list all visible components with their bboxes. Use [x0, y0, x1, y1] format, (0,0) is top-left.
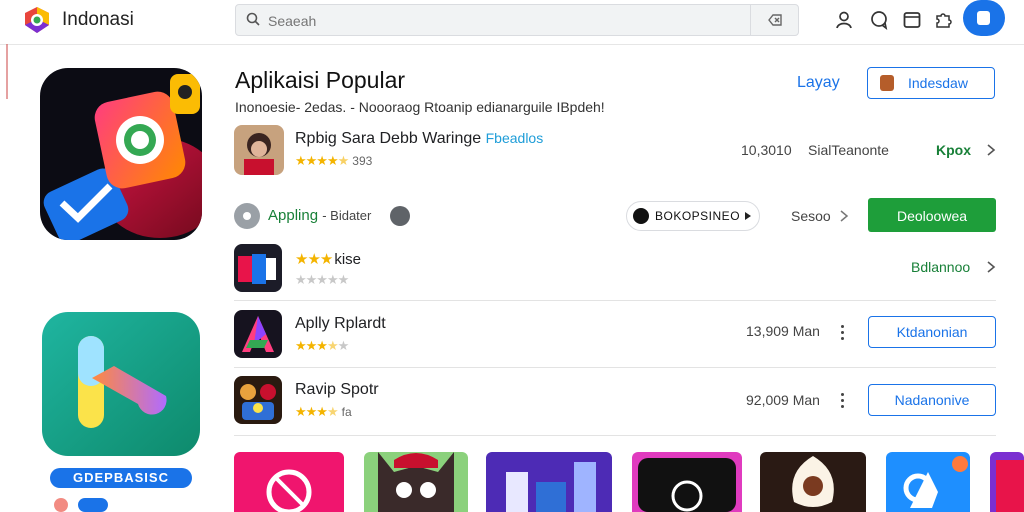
filter-pill[interactable]: BOKOPSINEO	[626, 201, 760, 231]
download-count: 13,909 Man	[746, 323, 820, 339]
chat-icon[interactable]	[869, 10, 889, 30]
window-icon[interactable]	[902, 10, 922, 30]
account-glyph	[977, 11, 990, 25]
search-input[interactable]	[266, 10, 740, 32]
app-icon	[234, 244, 282, 292]
apply-dot-icon	[234, 203, 260, 229]
search-bar[interactable]	[235, 4, 799, 36]
app-name: Ravip Spotr	[295, 381, 379, 398]
app-name: Aplly Rplardt	[295, 315, 386, 332]
pill-label: BOKOPSINEO	[655, 209, 741, 223]
top-bar: Indonasi	[0, 0, 1024, 45]
app-thumbnail[interactable]	[486, 452, 612, 512]
caret-right-icon	[745, 212, 751, 220]
section-title: Aplikaisi Popular	[235, 67, 406, 93]
top-install-label: Indesdaw	[908, 75, 968, 91]
list-item[interactable]: Ravip Spotr ★★★★ fa 92,009 Man Nadanonive	[234, 376, 996, 426]
chevron-right-icon[interactable]	[984, 143, 998, 157]
puzzle-icon[interactable]	[933, 10, 953, 30]
app-icon	[234, 376, 282, 424]
featured-app-icon[interactable]	[40, 68, 202, 240]
rating-stars-secondary: ★★★★★	[295, 272, 349, 287]
more-options-icon[interactable]	[841, 393, 845, 409]
package-icon	[880, 75, 894, 91]
app-thumbnail[interactable]	[990, 452, 1024, 512]
left-promo-tag[interactable]: GDEPBASISC	[50, 468, 192, 488]
brand-name: Indonasi	[62, 9, 134, 30]
clear-search-icon[interactable]	[766, 11, 784, 29]
rating-stars: ★★★★ fa	[295, 404, 352, 419]
row-divider	[234, 367, 996, 368]
get-link[interactable]: Kpox	[936, 142, 971, 158]
left-indicator-pill	[78, 498, 108, 512]
download-count: 92,009 Man	[746, 392, 820, 408]
search-divider	[750, 5, 751, 35]
apply-strip: Appling - Bidater BOKOPSINEO Sesoo Deolo…	[234, 198, 996, 234]
pill-avatar-icon	[633, 208, 649, 224]
app-tag: Fbeadlos	[485, 130, 544, 146]
person-icon[interactable]	[834, 10, 854, 30]
list-item[interactable]: Rpbig Sara Debb Waringe Fbeadlos ★★★★★ 39…	[234, 125, 996, 179]
install-button[interactable]: Ktdanonian	[868, 316, 996, 348]
section-subtitle: Inonoesie- 2edas. - Noooraog Rtoanip edi…	[235, 99, 605, 115]
app-icon	[234, 125, 284, 175]
top-install-button[interactable]: Indesdaw	[867, 67, 995, 99]
app-thumbnail[interactable]	[632, 452, 742, 512]
see-more-link[interactable]: Sesoo	[791, 208, 831, 224]
app-category: SialTeanonte	[808, 142, 889, 158]
rating-stars: ★★★★★ 393	[295, 153, 373, 168]
apply-label[interactable]: Appling - Bidater	[268, 207, 371, 224]
rating-stars: ★★★ kise	[295, 251, 362, 268]
app-icon	[234, 310, 282, 358]
app-thumbnail[interactable]	[760, 452, 866, 512]
settings-icon[interactable]	[390, 206, 410, 226]
row-divider	[234, 435, 996, 436]
download-button[interactable]: Deoloowea	[868, 198, 996, 232]
second-featured-app-icon[interactable]	[42, 312, 200, 456]
install-button[interactable]: Nadanonive	[868, 384, 996, 416]
list-item[interactable]: Aplly Rplardt ★★★★★ 13,909 Man Ktdanonia…	[234, 310, 996, 360]
app-thumbnail[interactable]	[886, 452, 970, 512]
app-thumbnail[interactable]	[364, 452, 468, 512]
left-indicator-dot	[54, 498, 68, 512]
row-divider	[234, 300, 996, 301]
list-item[interactable]: ★★★ kise ★★★★★ Bdlannoo	[234, 244, 996, 294]
brand-logo-icon[interactable]	[22, 5, 52, 35]
see-all-link[interactable]: Layay	[797, 74, 840, 92]
search-icon	[246, 12, 260, 26]
more-options-icon[interactable]	[841, 325, 845, 341]
download-count: 10,3010	[741, 142, 792, 158]
app-thumbnail[interactable]	[234, 452, 344, 512]
app-name: Rpbig Sara Debb Waringe Fbeadlos	[295, 130, 544, 147]
account-icon[interactable]	[963, 0, 1005, 36]
chevron-right-icon[interactable]	[984, 260, 998, 274]
app-thumbnail-strip	[234, 452, 1024, 512]
rating-stars: ★★★★★	[295, 338, 349, 353]
left-accent-rule	[6, 44, 8, 99]
chevron-right-icon[interactable]	[837, 209, 851, 223]
open-link[interactable]: Bdlannoo	[911, 259, 970, 275]
